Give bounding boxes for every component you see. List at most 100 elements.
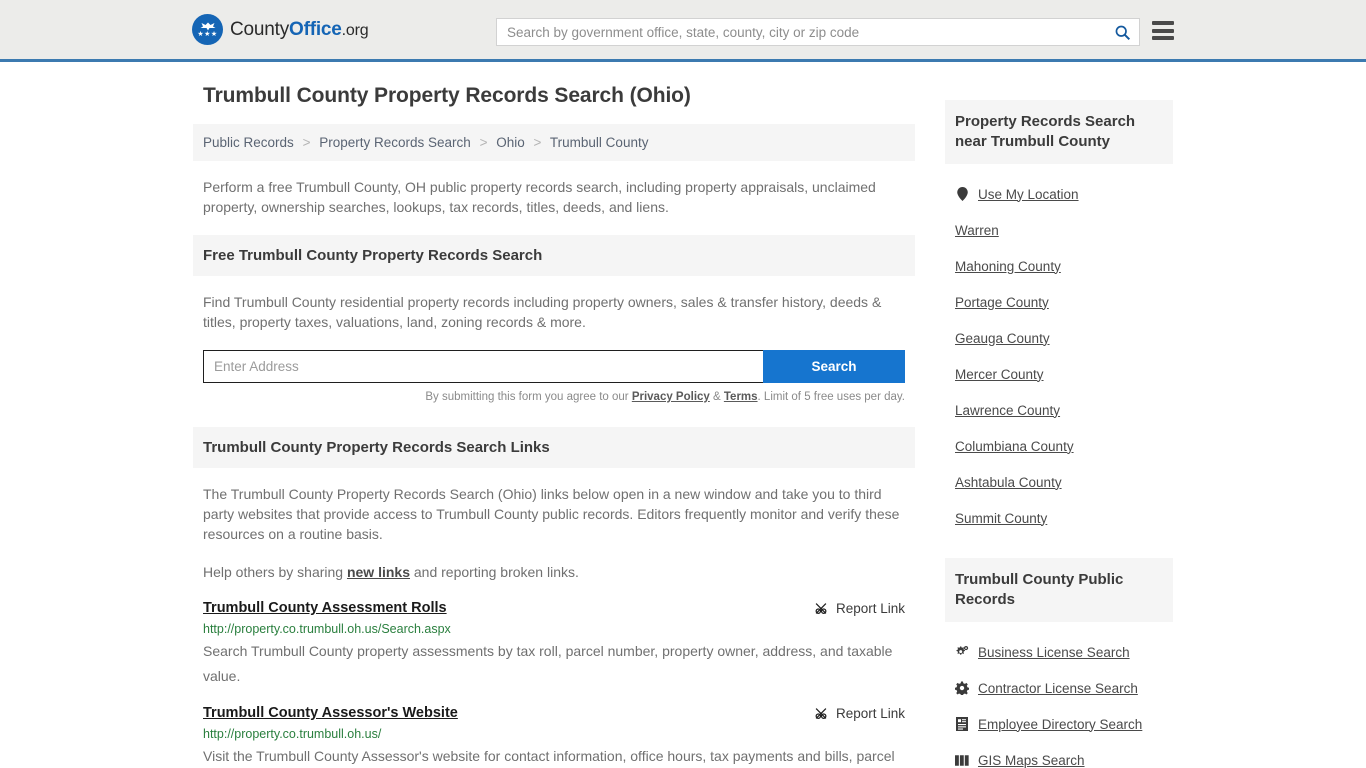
intro-paragraph: Perform a free Trumbull County, OH publi… (203, 179, 876, 215)
gear-glyph (955, 681, 969, 695)
sidebar-item-portage-county[interactable]: Portage County (945, 284, 1173, 320)
links-section-paragraph: The Trumbull County Property Records Sea… (203, 486, 900, 542)
breadcrumb-separator: > (302, 135, 311, 150)
report-link-label: Report Link (835, 706, 905, 721)
sidebar-item-warren[interactable]: Warren (945, 212, 1173, 248)
result-title-link[interactable]: Trumbull County Assessor's Website (203, 705, 458, 721)
help-suffix: and reporting broken links. (410, 564, 579, 580)
sidebar-item-label[interactable]: Geauga County (955, 331, 1050, 346)
note-suffix: . Limit of 5 free uses per day. (757, 391, 905, 403)
sidebar-item-label[interactable]: GIS Maps Search (978, 753, 1085, 768)
map-pin-glyph (956, 187, 968, 201)
address-search-form: Search (203, 350, 905, 383)
form-legal-note: By submitting this form you agree to our… (203, 391, 905, 403)
site-logo[interactable]: ★★★ CountyOffice.org (192, 14, 369, 45)
sidebar-item-employee-directory-search[interactable]: Employee Directory Search (945, 706, 1173, 742)
nearby-searches-heading: Property Records Search near Trumbull Co… (945, 100, 1173, 164)
note-amp: & (709, 391, 724, 403)
map-book-glyph (955, 754, 969, 766)
broken-link-icon (814, 602, 828, 616)
hamburger-bar (1152, 28, 1174, 33)
breadcrumb-item-trumbull-county[interactable]: Trumbull County (550, 135, 649, 150)
sidebar-item-label[interactable]: Columbiana County (955, 439, 1074, 454)
search-button[interactable]: Search (763, 350, 905, 383)
magnifier-glyph (1115, 25, 1130, 40)
sidebar-item-mahoning-county[interactable]: Mahoning County (945, 248, 1173, 284)
breadcrumb-item-ohio[interactable]: Ohio (496, 135, 525, 150)
links-section-heading: Trumbull County Property Records Search … (193, 427, 915, 468)
brand-wordmark: CountyOffice.org (230, 18, 369, 41)
result-url: http://property.co.trumbull.oh.us/ (203, 727, 382, 741)
sidebar-item-label[interactable]: Portage County (955, 295, 1049, 310)
public-records-heading: Trumbull County Public Records (945, 558, 1173, 622)
sidebar-item-lawrence-county[interactable]: Lawrence County (945, 392, 1173, 428)
list-document-glyph (956, 717, 968, 731)
result-title-link[interactable]: Trumbull County Assessment Rolls (203, 600, 447, 616)
sidebar-item-gis-maps-search[interactable]: GIS Maps Search (945, 742, 1173, 768)
free-search-heading: Free Trumbull County Property Records Se… (193, 235, 915, 276)
sidebar-item-label[interactable]: Ashtabula County (955, 475, 1062, 490)
hamburger-bar (1152, 36, 1174, 40)
public-records-list: Business License Search Contractor Licen… (945, 622, 1173, 768)
sidebar-item-summit-county[interactable]: Summit County (945, 500, 1173, 536)
hamburger-bar (1152, 21, 1174, 25)
map-book-icon (955, 753, 969, 767)
public-records-box: Trumbull County Public Records Business … (945, 558, 1173, 768)
result-description: Search Trumbull County property assessme… (203, 643, 893, 684)
report-link-label: Report Link (835, 601, 905, 616)
search-icon[interactable] (1105, 19, 1139, 45)
help-prefix: Help others by sharing (203, 564, 347, 580)
sidebar-item-geauga-county[interactable]: Geauga County (945, 320, 1173, 356)
sidebar-item-business-license-search[interactable]: Business License Search (945, 634, 1173, 670)
breadcrumb-separator: > (479, 135, 488, 150)
breadcrumb-item-property-records-search[interactable]: Property Records Search (319, 135, 471, 150)
links-section-help: Help others by sharing new links and rep… (203, 562, 905, 582)
global-search (496, 18, 1140, 46)
sidebar-item-label[interactable]: Employee Directory Search (978, 717, 1142, 732)
nearby-searches-box: Property Records Search near Trumbull Co… (945, 100, 1173, 536)
map-pin-icon (955, 187, 969, 201)
breadcrumb: Public Records > Property Records Search… (193, 124, 915, 161)
sidebar-item-label[interactable]: Use My Location (978, 187, 1079, 202)
hamburger-menu-icon[interactable] (1152, 21, 1174, 40)
brand-part-org: .org (341, 21, 369, 39)
note-prefix: By submitting this form you agree to our (425, 391, 632, 403)
eagle-seal-icon: ★★★ (192, 14, 223, 45)
breadcrumb-separator: > (533, 135, 542, 150)
address-input[interactable] (203, 350, 763, 383)
sidebar-item-label[interactable]: Business License Search (978, 645, 1130, 660)
sidebar-item-label[interactable]: Contractor License Search (978, 681, 1138, 696)
new-links-link[interactable]: new links (347, 564, 410, 580)
sidebar-item-ashtabula-county[interactable]: Ashtabula County (945, 464, 1173, 500)
terms-link[interactable]: Terms (724, 391, 758, 403)
list-document-icon (955, 717, 969, 731)
privacy-policy-link[interactable]: Privacy Policy (632, 391, 710, 403)
gears-glyph (956, 645, 969, 655)
list-item: Trumbull County Assessment Rolls Report … (203, 600, 905, 689)
seal-stars: ★★★ (197, 31, 218, 38)
main-column: Trumbull County Property Records Search … (193, 84, 915, 768)
sidebar-item-columbiana-county[interactable]: Columbiana County (945, 428, 1173, 464)
sidebar-item-use-my-location[interactable]: Use My Location (945, 176, 1173, 212)
sidebar-item-label[interactable]: Mercer County (955, 367, 1044, 382)
report-link-button[interactable]: Report Link (814, 600, 905, 616)
broken-link-glyph (815, 603, 827, 614)
result-description: Visit the Trumbull County Assessor's web… (203, 748, 895, 764)
page-body: Trumbull County Property Records Search … (0, 62, 1366, 768)
sidebar-item-contractor-license-search[interactable]: Contractor License Search (945, 670, 1173, 706)
sidebar-item-label[interactable]: Lawrence County (955, 403, 1060, 418)
result-header: Trumbull County Assessment Rolls Report … (203, 600, 905, 616)
search-input[interactable] (497, 19, 1105, 45)
breadcrumb-item-public-records[interactable]: Public Records (203, 135, 294, 150)
sidebar-item-label[interactable]: Warren (955, 223, 999, 238)
gear-icon (955, 681, 969, 695)
list-item: Trumbull County Assessor's Website Repor… (203, 705, 905, 768)
sidebar-item-mercer-county[interactable]: Mercer County (945, 356, 1173, 392)
sidebar: Property Records Search near Trumbull Co… (945, 84, 1173, 768)
result-url: http://property.co.trumbull.oh.us/Search… (203, 622, 451, 636)
sidebar-item-label[interactable]: Summit County (955, 511, 1047, 526)
report-link-button[interactable]: Report Link (814, 705, 905, 721)
sidebar-item-label[interactable]: Mahoning County (955, 259, 1061, 274)
brand-part-county: County (230, 18, 290, 40)
